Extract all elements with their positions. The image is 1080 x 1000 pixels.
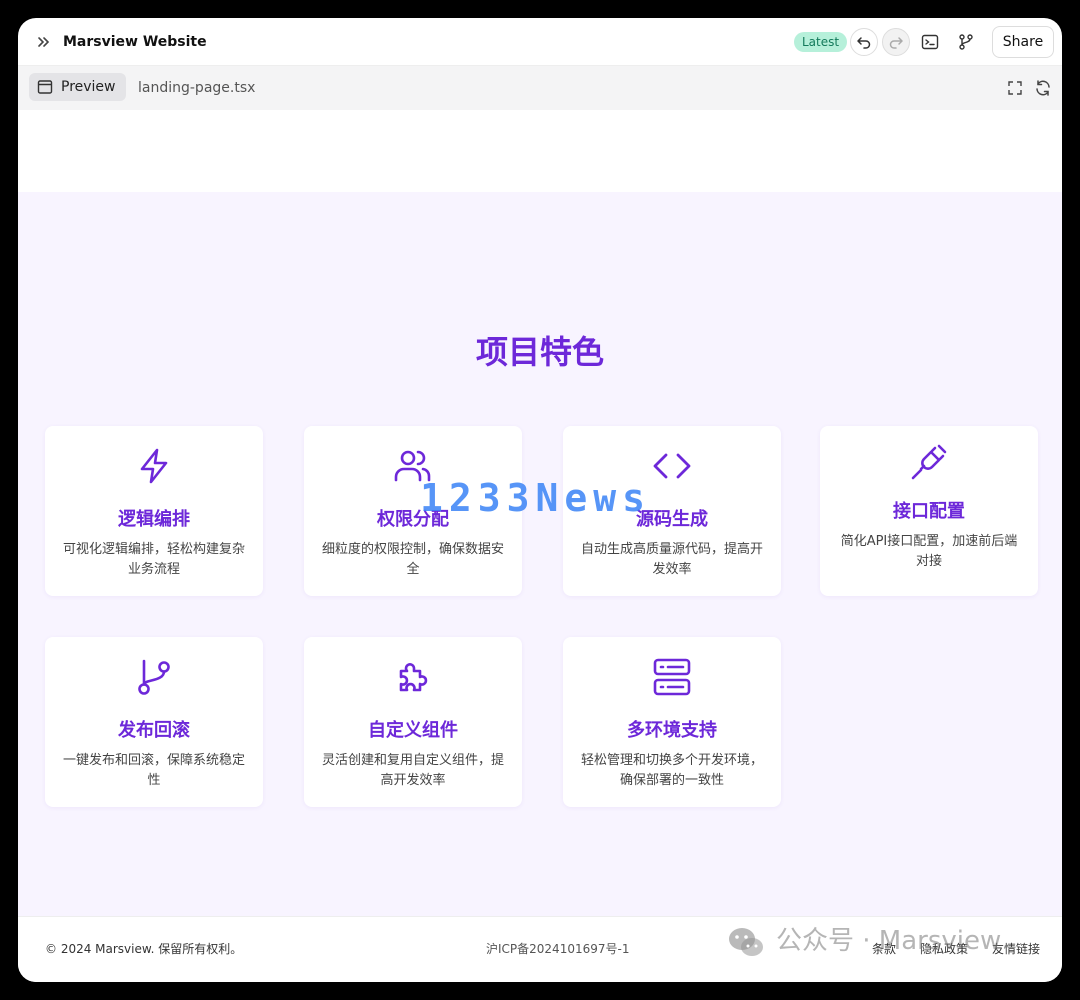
terminal-icon	[921, 34, 939, 50]
feature-card-release: 发布回滚 一键发布和回滚，保障系统稳定性	[45, 637, 263, 807]
wechat-watermark-text: 公众号 · Marsview	[776, 926, 1002, 956]
feature-title: 发布回滚	[118, 720, 190, 741]
section-title: 项目特色	[475, 333, 604, 371]
code-icon	[653, 453, 691, 479]
feature-card-logic: 逻辑编排 可视化逻辑编排，轻松构建复杂业务流程	[45, 426, 263, 596]
feature-title: 多环境支持	[627, 720, 717, 741]
top-toolbar: Marsview Website Latest Share	[18, 18, 1062, 66]
redo-icon	[889, 37, 903, 49]
feature-title: 自定义组件	[368, 720, 458, 741]
refresh-icon	[1036, 80, 1050, 96]
refresh-button[interactable]	[1031, 76, 1055, 100]
features-section: 项目特色 逻辑编排 可视化逻辑编排，轻松构建复杂业务流程 权限分配 细粒度的权限…	[18, 192, 1062, 916]
window-icon	[37, 80, 53, 94]
tab-source-file[interactable]: landing-page.tsx	[138, 79, 255, 97]
feature-desc: 可视化逻辑编排，轻松构建复杂业务流程	[62, 542, 245, 577]
version-badge: Latest	[794, 32, 848, 52]
copyright-text: © 2024 Marsview. 保留所有权利。	[45, 942, 243, 956]
feature-desc: 灵活创建和复用自定义组件，提高开发效率	[321, 753, 504, 788]
feature-desc: 轻松管理和切换多个开发环境，确保部署的一致性	[580, 753, 763, 788]
fullscreen-icon	[1008, 81, 1022, 95]
feature-title: 接口配置	[893, 501, 965, 522]
git-branch-icon	[138, 659, 170, 695]
feature-desc: 细粒度的权限控制，确保数据安全	[321, 542, 504, 577]
undo-button[interactable]	[850, 28, 878, 56]
preview-toolbar: Preview landing-page.tsx	[18, 66, 1062, 110]
branch-button[interactable]	[954, 30, 978, 54]
news-watermark: 1233News	[420, 476, 652, 520]
preview-header-space	[18, 110, 1062, 192]
share-button[interactable]: Share	[992, 26, 1054, 58]
feature-desc: 简化API接口配置，加速前后端对接	[840, 534, 1018, 569]
expand-sidebar-icon[interactable]	[34, 32, 54, 52]
puzzle-icon	[399, 663, 428, 692]
wechat-icon	[729, 928, 763, 956]
icp-link[interactable]: 沪ICP备2024101697号-1	[486, 941, 629, 957]
app-title: Marsview Website	[63, 34, 207, 50]
redo-button[interactable]	[882, 28, 910, 56]
server-icon	[653, 658, 691, 696]
undo-icon	[857, 37, 871, 49]
fullscreen-button[interactable]	[1003, 76, 1027, 100]
feature-card-components: 自定义组件 灵活创建和复用自定义组件，提高开发效率	[304, 637, 522, 807]
feature-desc: 一键发布和回滚，保障系统稳定性	[62, 753, 245, 788]
feature-card-env: 多环境支持 轻松管理和切换多个开发环境，确保部署的一致性	[563, 637, 781, 807]
lightning-icon	[140, 448, 168, 484]
tab-preview-label: Preview	[61, 79, 116, 95]
feature-title: 逻辑编排	[118, 509, 190, 530]
plug-icon	[911, 444, 947, 480]
git-branch-icon	[959, 34, 973, 50]
feature-desc: 自动生成高质量源代码，提高开发效率	[580, 542, 763, 577]
feature-card-api: 接口配置 简化API接口配置，加速前后端对接	[820, 426, 1038, 596]
tab-preview[interactable]: Preview	[29, 73, 126, 101]
terminal-button[interactable]	[918, 30, 942, 54]
